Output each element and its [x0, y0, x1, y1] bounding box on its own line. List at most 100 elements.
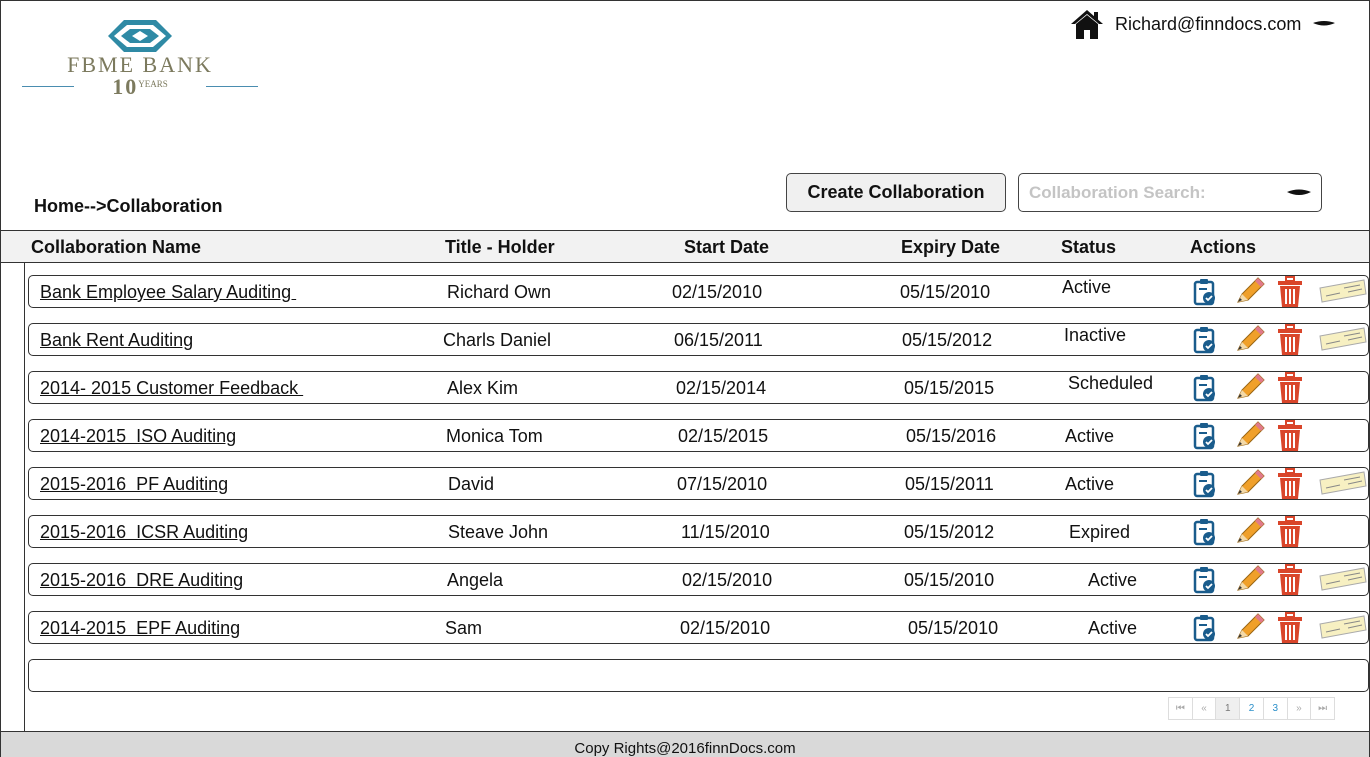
table-row: 2014-2015 EPF Auditing Sam 02/15/2010 05/15… — [28, 611, 1369, 644]
pencil-icon[interactable] — [1234, 324, 1266, 359]
breadcrumb[interactable]: Home-->Collaboration — [34, 196, 223, 217]
collaboration-search[interactable] — [1018, 173, 1322, 212]
start-date: 02/15/2010 — [682, 570, 773, 590]
page-button[interactable]: 1 — [1216, 698, 1241, 719]
start-date: 02/15/2010 — [672, 282, 763, 302]
clipboard-check-icon[interactable] — [1192, 326, 1218, 359]
pencil-icon[interactable] — [1234, 420, 1266, 455]
status-text: Scheduled — [1068, 373, 1154, 393]
table-row: 2015-2016 PF Auditing David 07/15/2010 05/1… — [28, 467, 1369, 500]
collaboration-name-link[interactable]: 2015-2016 ICSR Auditing — [40, 522, 248, 543]
trash-icon[interactable] — [1276, 420, 1304, 457]
home-icon[interactable] — [1070, 8, 1104, 40]
trash-icon[interactable] — [1276, 516, 1304, 553]
table-row: Bank Employee Salary Auditing Richard Ow… — [28, 275, 1369, 308]
next-page-button[interactable]: » — [1288, 698, 1312, 719]
create-collaboration-button[interactable]: Create Collaboration — [786, 173, 1006, 212]
trash-icon[interactable] — [1276, 612, 1304, 649]
pencil-icon[interactable] — [1234, 564, 1266, 599]
cheque-icon[interactable] — [1318, 326, 1368, 357]
trash-icon[interactable] — [1276, 276, 1304, 313]
status-text: Expired — [1069, 522, 1131, 542]
clipboard-check-icon[interactable] — [1192, 518, 1218, 551]
user-email[interactable]: Richard@finndocs.com — [1115, 14, 1301, 35]
status-text: Active — [1062, 277, 1112, 297]
collaboration-name-link[interactable]: 2015-2016 DRE Auditing — [40, 570, 243, 591]
chevron-down-icon[interactable] — [1313, 19, 1335, 29]
column-header-start-date[interactable]: Start Date — [684, 237, 769, 258]
title-holder: Steave John — [448, 522, 549, 542]
start-date: 02/15/2015 — [678, 426, 769, 446]
collaboration-name-link[interactable]: Bank Rent Auditing — [40, 330, 193, 351]
last-page-button[interactable]: ⏭ — [1311, 698, 1334, 719]
page-button[interactable]: 2 — [1240, 698, 1264, 719]
logo-line-left — [22, 86, 74, 87]
title-holder: Angela — [447, 570, 504, 590]
status-text: Active — [1088, 570, 1138, 590]
status-text: Active — [1065, 474, 1115, 494]
column-header-holder[interactable]: Title - Holder — [445, 237, 555, 258]
trash-icon[interactable] — [1276, 468, 1304, 505]
clipboard-check-icon[interactable] — [1192, 422, 1218, 455]
title-holder: Richard Own — [447, 282, 552, 302]
clipboard-check-icon[interactable] — [1192, 374, 1218, 407]
status-text: Active — [1065, 426, 1115, 446]
clipboard-check-icon[interactable] — [1192, 614, 1218, 647]
column-header-status[interactable]: Status — [1061, 237, 1116, 258]
expiry-date: 05/15/2011 — [905, 474, 994, 494]
expiry-date: 05/15/2015 — [904, 378, 995, 398]
collaboration-name-link[interactable]: Bank Employee Salary Auditing — [40, 282, 296, 303]
expiry-date: 05/15/2010 — [900, 282, 991, 302]
title-holder: Monica Tom — [446, 426, 543, 446]
collaboration-name-link[interactable]: 2014- 2015 Customer Feedback — [40, 378, 303, 399]
title-holder: David — [448, 474, 495, 494]
start-date: 07/15/2010 — [677, 474, 768, 494]
logo-years: 10YEARS — [80, 74, 200, 100]
collaboration-name-link[interactable]: 2014-2015 ISO Auditing — [40, 426, 236, 447]
expiry-date: 05/15/2012 — [904, 522, 995, 542]
column-header-name[interactable]: Collaboration Name — [31, 237, 201, 258]
clipboard-check-icon[interactable] — [1192, 278, 1218, 311]
title-holder: Charls Daniel — [443, 330, 552, 350]
table-row: 2014-2015 ISO Auditing Monica Tom 02/15/20… — [28, 419, 1369, 452]
table-left-border — [24, 263, 25, 731]
title-holder: Alex Kim — [447, 378, 519, 398]
pencil-icon[interactable] — [1234, 372, 1266, 407]
prev-page-button[interactable]: « — [1193, 698, 1217, 719]
clipboard-check-icon[interactable] — [1192, 470, 1218, 503]
start-date: 11/15/2010 — [681, 522, 770, 542]
expiry-date: 05/15/2012 — [902, 330, 993, 350]
trash-icon[interactable] — [1276, 324, 1304, 361]
trash-icon[interactable] — [1276, 372, 1304, 409]
logo-line-right — [206, 86, 258, 87]
column-header-actions: Actions — [1190, 237, 1257, 257]
title-holder: Sam — [445, 618, 483, 638]
table-row: 2014- 2015 Customer Feedback Alex Kim 02/… — [28, 371, 1369, 404]
pencil-icon[interactable] — [1234, 468, 1266, 503]
cheque-icon[interactable] — [1318, 566, 1368, 597]
status-text: Active — [1088, 618, 1138, 638]
cheque-icon[interactable] — [1318, 470, 1368, 501]
collaboration-name-link[interactable]: 2015-2016 PF Auditing — [40, 474, 228, 495]
first-page-button[interactable]: ⏮ — [1169, 698, 1193, 719]
logo-mark-icon — [108, 20, 172, 52]
clipboard-check-icon[interactable] — [1192, 566, 1218, 599]
pencil-icon[interactable] — [1234, 612, 1266, 647]
trash-icon[interactable] — [1276, 564, 1304, 601]
expiry-date: 05/15/2010 — [908, 618, 999, 638]
expiry-date: 05/15/2010 — [904, 570, 995, 590]
page-button[interactable]: 3 — [1264, 698, 1288, 719]
chevron-down-icon[interactable] — [1287, 187, 1311, 199]
cheque-icon[interactable] — [1318, 278, 1368, 309]
collaboration-name-link[interactable]: 2014-2015 EPF Auditing — [40, 618, 240, 639]
pencil-icon[interactable] — [1234, 516, 1266, 551]
status-text: Inactive — [1064, 325, 1127, 345]
pagination: ⏮ « 1 2 3 » ⏭ — [1168, 697, 1335, 720]
column-header-expiry-date[interactable]: Expiry Date — [901, 237, 1000, 258]
start-date: 02/15/2010 — [680, 618, 771, 638]
footer-copyright: Copy Rights@2016finnDocs.com — [1, 731, 1369, 757]
collaboration-search-input[interactable] — [1029, 182, 1279, 204]
start-date: 06/15/2011 — [674, 330, 763, 350]
pencil-icon[interactable] — [1234, 276, 1266, 311]
cheque-icon[interactable] — [1318, 614, 1368, 645]
